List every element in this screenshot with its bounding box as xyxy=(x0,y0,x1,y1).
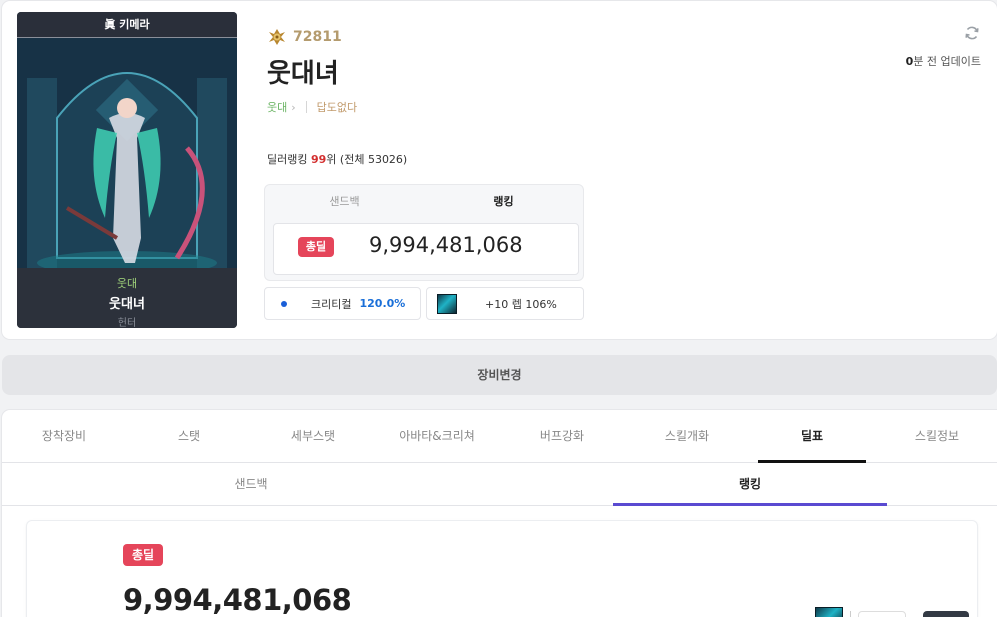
sub-tabs: 샌드백 랭킹 xyxy=(2,464,997,506)
character-links: 웃대 › 답도없다 xyxy=(267,99,357,115)
chevron-right-icon: › xyxy=(291,100,296,114)
update-text: 분 전 업데이트 xyxy=(913,55,981,68)
dealer-rank-label: 딜러랭킹 xyxy=(267,153,308,166)
tab-avatar-creature[interactable]: 아바타&크리쳐 xyxy=(383,410,491,463)
divider xyxy=(850,611,851,617)
server-label: 眞 키메라 xyxy=(17,12,237,38)
fame-value: 72811 xyxy=(293,29,342,45)
equip-change-button[interactable]: 장비변경 xyxy=(2,355,997,395)
crit-label: 크리티컬 xyxy=(311,297,352,311)
sub-tab-ranking[interactable]: 랭킹 xyxy=(613,464,887,506)
last-update: 0분 전 업데이트 xyxy=(906,53,981,69)
apply-button[interactable] xyxy=(923,611,969,617)
tab-skill-info[interactable]: 스킬정보 xyxy=(883,410,991,463)
sub-tab-sandbag[interactable]: 샌드백 xyxy=(2,464,500,506)
damage-panel: 총딜 9,994,481,068 xyxy=(273,223,579,275)
crit-value: 120.0% xyxy=(359,297,406,310)
tab-buff-enhance[interactable]: 버프강화 xyxy=(508,410,616,463)
adventure-name: 웃대 xyxy=(116,277,138,290)
crit-dot-icon xyxy=(281,300,287,307)
weapon-thumbnail xyxy=(437,293,457,314)
main-tabs: 장착장비 스탯 세부스탯 아바타&크리쳐 버프강화 스킬개화 딜표 스킬정보 xyxy=(2,410,997,463)
tab-stats[interactable]: 스탯 xyxy=(135,410,243,463)
weapon-label: +10 렙 106% xyxy=(485,297,557,311)
refresh-icon[interactable] xyxy=(964,25,980,45)
tab-equipment[interactable]: 장착장비 xyxy=(10,410,118,463)
dealer-ranking: 딜러랭킹 99위 (전체 53026) xyxy=(267,151,407,167)
damage-box-tabs: 샌드백 랭킹 xyxy=(265,185,583,218)
fame-medal-icon xyxy=(269,29,285,45)
damage-result-card: 총딜 9,994,481,068 xyxy=(26,520,978,617)
damage-summary-box: 샌드백 랭킹 총딜 9,994,481,068 xyxy=(264,184,584,281)
result-total-value: 9,994,481,068 xyxy=(123,583,352,617)
character-info: 웃대 웃대녀 헌터 xyxy=(17,268,237,328)
dealer-rank-suffix: 위 (전체 53026) xyxy=(326,153,408,166)
detail-tabs-card: 장착장비 스탯 세부스탯 아바타&크리쳐 버프강화 스킬개화 딜표 스킬정보 샌… xyxy=(2,410,997,617)
weapon-thumbnail-small xyxy=(815,607,843,617)
option-input[interactable] xyxy=(858,611,906,617)
result-total-badge: 총딜 xyxy=(123,544,163,566)
adventure-link[interactable]: 웃대 xyxy=(267,99,287,115)
dealer-rank-number: 99 xyxy=(310,153,327,166)
total-damage-value: 9,994,481,068 xyxy=(369,233,523,257)
character-name: 웃대녀 xyxy=(267,59,339,89)
total-damage-badge: 총딜 xyxy=(298,237,334,257)
character-image-card[interactable]: 眞 키메라 웃대 웃대녀 헌터 xyxy=(17,12,237,328)
damage-tab-ranking[interactable]: 랭킹 xyxy=(424,185,583,218)
tab-skill-bloom[interactable]: 스킬개화 xyxy=(633,410,741,463)
character-profile-card: 眞 키메라 웃대 웃대녀 헌터 72811 웃대녀 웃대 › 답도없다 0분 전… xyxy=(2,1,997,339)
tab-detail-stats[interactable]: 세부스탯 xyxy=(259,410,367,463)
guild-link[interactable]: 답도없다 xyxy=(317,99,357,115)
tab-damage-table[interactable]: 딜표 xyxy=(758,410,866,463)
crit-box: 크리티컬 120.0% xyxy=(264,287,421,320)
fame: 72811 xyxy=(267,28,342,46)
character-illustration xyxy=(17,38,237,280)
character-job: 헌터 xyxy=(117,318,137,328)
damage-tab-sandbag[interactable]: 샌드백 xyxy=(265,185,424,218)
weapon-box: +10 렙 106% xyxy=(426,287,584,320)
character-name-small: 웃대녀 xyxy=(109,297,145,312)
divider xyxy=(305,101,307,113)
